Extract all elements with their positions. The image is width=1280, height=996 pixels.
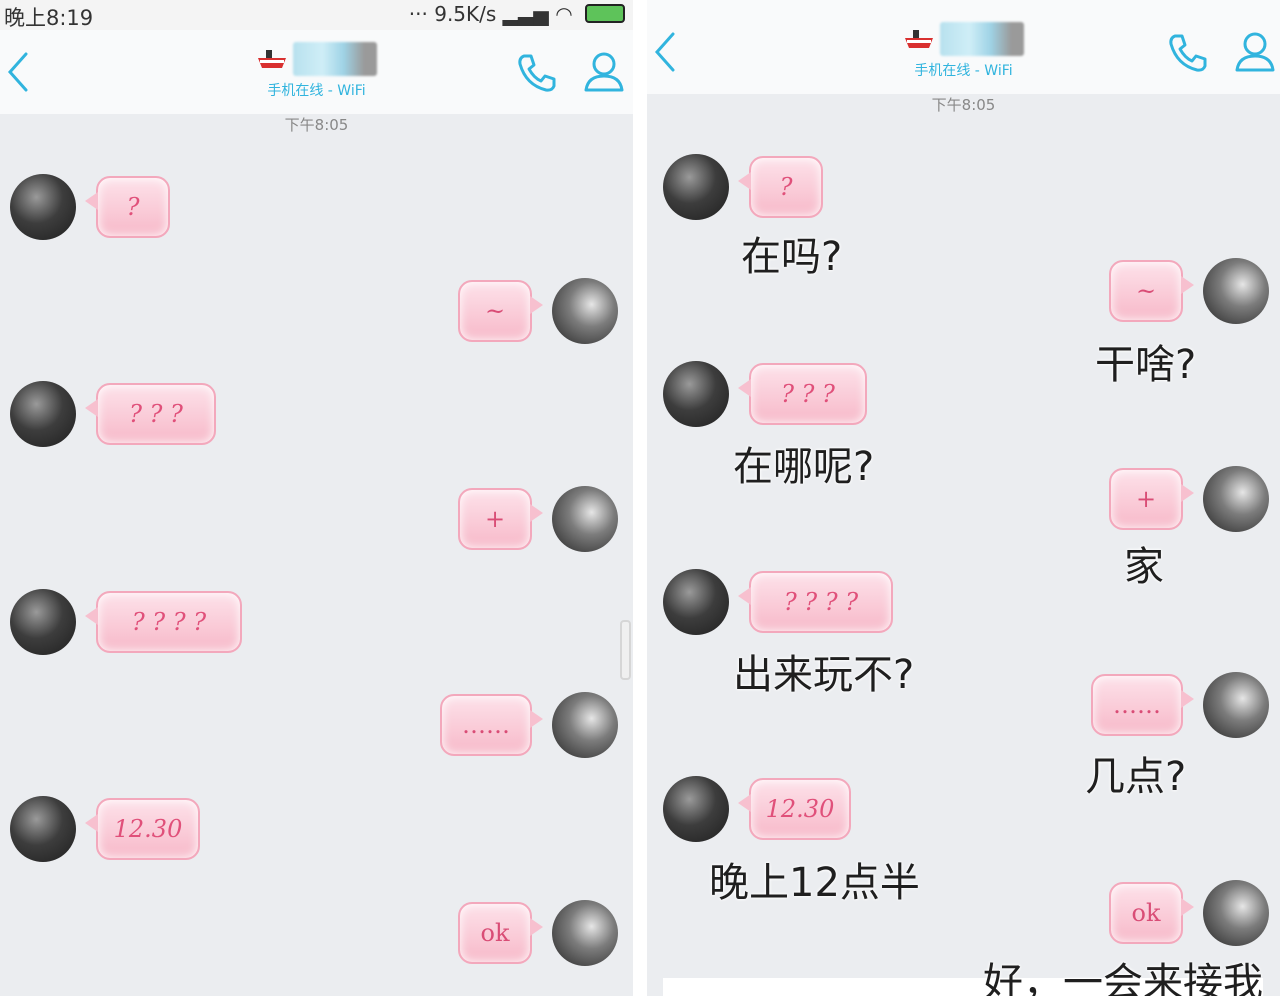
profile-icon[interactable] <box>582 50 626 94</box>
bubble-tail <box>530 918 543 936</box>
caption-translation: 在吗? <box>741 234 843 280</box>
bubble-tail <box>1181 484 1194 502</box>
contact-avatar[interactable] <box>663 569 729 635</box>
status-bar: 晚上8:19 ··· 9.5K/s ▂▃▅ ◠ <box>0 0 633 30</box>
bubble-tail <box>530 296 543 314</box>
contact-name-blurred <box>293 42 378 76</box>
bubble-tail <box>738 379 751 397</box>
message-text: + <box>484 505 506 533</box>
message-bubble[interactable]: 12.30 <box>85 798 200 860</box>
message-timestamp: 下午8:05 <box>931 96 996 114</box>
bubble-tail <box>1181 276 1194 294</box>
caption-translation: 在哪呢? <box>733 444 875 490</box>
chat-screen-right: 手机在线 - WiFi 下午8:05 ? 在吗? ~ 干啥? ? ? ? 在哪呢… <box>647 0 1280 996</box>
contact-name-blurred <box>940 22 1025 56</box>
chat-header: 手机在线 - WiFi <box>647 0 1280 94</box>
caption-translation: 晚上12点半 <box>709 860 920 906</box>
contact-avatar[interactable] <box>10 796 76 862</box>
user-avatar[interactable] <box>1203 880 1269 946</box>
chat-header: 手机在线 - WiFi <box>0 30 633 114</box>
phone-call-icon[interactable] <box>514 50 558 94</box>
wifi-icon: ◠ <box>555 2 573 26</box>
message-bubble[interactable]: …… <box>440 694 543 756</box>
caption-translation: 出来玩不? <box>733 652 915 698</box>
caption-translation: 家 <box>1124 544 1164 590</box>
message-text: …… <box>1113 691 1161 719</box>
user-avatar[interactable] <box>1203 672 1269 738</box>
contact-avatar[interactable] <box>10 174 76 240</box>
ship-icon <box>904 30 933 48</box>
user-avatar[interactable] <box>552 692 618 758</box>
scrollbar[interactable] <box>620 620 631 680</box>
user-avatar[interactable] <box>1203 258 1269 324</box>
message-text: …… <box>462 711 510 739</box>
message-text: ~ <box>484 297 506 325</box>
contact-avatar[interactable] <box>663 154 729 220</box>
phone-call-icon[interactable] <box>1165 30 1209 74</box>
message-text: ? <box>779 173 793 201</box>
message-text: ? <box>126 193 140 221</box>
bubble-tail <box>1181 898 1194 916</box>
contact-avatar[interactable] <box>10 589 76 655</box>
message-bubble[interactable]: ? ? ? ? <box>738 571 893 633</box>
message-text: 12.30 <box>765 795 835 823</box>
message-text: + <box>1135 485 1157 513</box>
bubble-tail <box>1181 690 1194 708</box>
bubble-tail <box>738 587 751 605</box>
message-bubble[interactable]: ~ <box>458 280 543 342</box>
bubble-tail <box>738 794 751 812</box>
user-avatar[interactable] <box>1203 466 1269 532</box>
bubble-tail <box>85 192 98 210</box>
status-time: 晚上8:19 <box>4 6 94 30</box>
message-text: ~ <box>1135 277 1157 305</box>
message-bubble[interactable]: ok <box>1109 882 1194 944</box>
message-text: ? ? ? ? <box>783 588 859 616</box>
user-avatar[interactable] <box>552 900 618 966</box>
bubble-tail <box>530 504 543 522</box>
caption-translation: 干啥? <box>1095 342 1197 388</box>
caption-translation: 几点? <box>1085 754 1187 800</box>
bubble-tail <box>530 710 543 728</box>
message-bubble[interactable]: ? ? ? <box>738 363 867 425</box>
signal-icon: ▂▃▅ <box>502 2 549 26</box>
status-indicators: ··· 9.5K/s ▂▃▅ ◠ <box>409 2 625 26</box>
message-text: ? ? ? <box>781 380 835 408</box>
battery-icon <box>585 4 625 23</box>
message-bubble[interactable]: ? <box>738 156 823 218</box>
network-speed: 9.5K/s <box>434 2 497 26</box>
user-avatar[interactable] <box>552 486 618 552</box>
chat-screen-left: 晚上8:19 ··· 9.5K/s ▂▃▅ ◠ 手机在线 - WiFi 下午8:… <box>0 0 633 996</box>
profile-icon[interactable] <box>1233 30 1277 74</box>
message-text: ? ? ? <box>129 400 183 428</box>
message-bubble[interactable]: + <box>458 488 543 550</box>
ship-icon <box>257 50 286 68</box>
message-text: ? ? ? ? <box>131 608 207 636</box>
contact-avatar[interactable] <box>663 361 729 427</box>
contact-avatar[interactable] <box>663 776 729 842</box>
message-bubble[interactable]: 12.30 <box>738 778 851 840</box>
message-text: 12.30 <box>113 815 183 843</box>
more-dots-icon: ··· <box>408 2 428 26</box>
bubble-tail <box>85 814 98 832</box>
message-bubble[interactable]: ? ? ? <box>85 383 216 445</box>
message-bubble[interactable]: + <box>1109 468 1194 530</box>
contact-avatar[interactable] <box>10 381 76 447</box>
message-bubble[interactable]: ok <box>458 902 543 964</box>
bubble-tail <box>85 399 98 417</box>
bubble-tail <box>738 172 751 190</box>
message-bubble[interactable]: …… <box>1091 674 1194 736</box>
bubble-tail <box>85 607 98 625</box>
user-avatar[interactable] <box>552 278 618 344</box>
caption-translation: 好，一会来接我 <box>983 960 1263 996</box>
message-text: ok <box>480 919 510 947</box>
message-bubble[interactable]: ? <box>85 176 170 238</box>
message-bubble[interactable]: ~ <box>1109 260 1194 322</box>
message-timestamp: 下午8:05 <box>284 116 349 134</box>
message-bubble[interactable]: ? ? ? ? <box>85 591 242 653</box>
message-text: ok <box>1131 899 1161 927</box>
